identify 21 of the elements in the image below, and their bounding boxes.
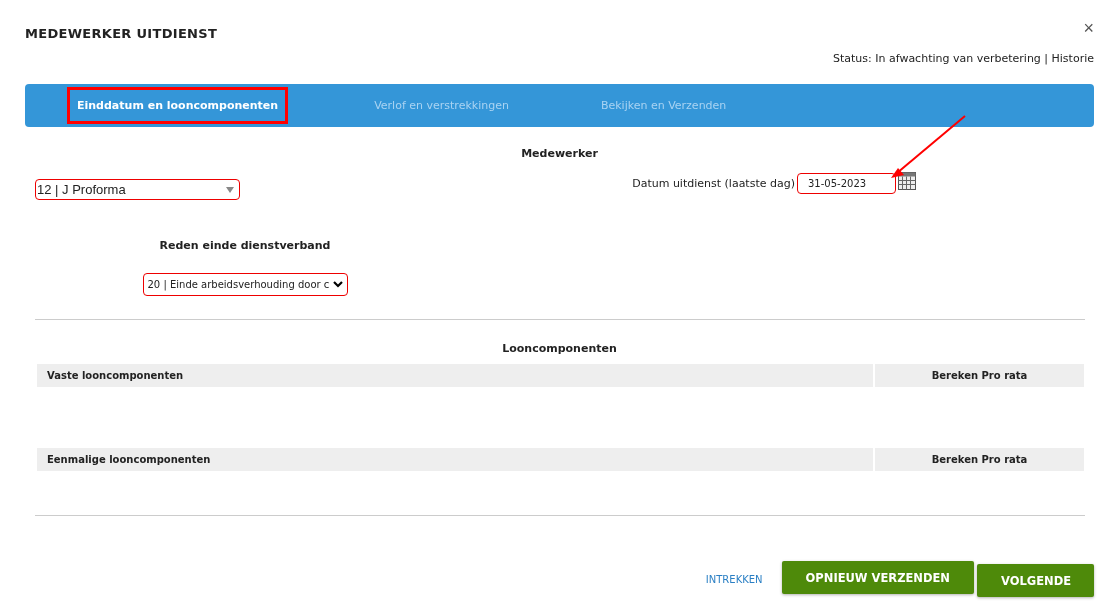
column-header: Bereken Pro rata — [875, 364, 1084, 387]
chevron-down-icon — [332, 281, 343, 288]
employee-dropdown[interactable]: 12 | J Proforma — [35, 179, 240, 200]
date-field[interactable]: 31-05-2023 — [797, 173, 896, 194]
section-heading: Looncomponenten — [501, 342, 618, 355]
calendar-icon[interactable] — [898, 171, 916, 190]
dropdown-arrow-icon — [226, 186, 234, 193]
column-header: Eenmalige looncomponenten — [37, 448, 873, 471]
resend-button[interactable]: OPNIEUW VERZENDEN — [781, 561, 974, 594]
date-label: Datum uitdienst (laatste dag) — [632, 177, 795, 190]
section-heading: Reden einde dienstverband — [159, 239, 331, 252]
section-heading: Medewerker — [520, 147, 599, 160]
next-button[interactable]: VOLGENDE — [977, 564, 1094, 597]
dialog-title: MEDEWERKER UITDIENST — [25, 26, 218, 41]
status-text: Status: In afwachting van verbetering | Historie — [832, 52, 1094, 65]
tab[interactable]: Einddatum en looncomponenten — [67, 87, 289, 124]
column-header: Bereken Pro rata — [875, 448, 1084, 471]
column-header: Vaste looncomponenten — [37, 364, 873, 387]
close-button[interactable]: × — [1083, 18, 1094, 39]
withdraw-link[interactable]: INTREKKEN — [705, 573, 763, 585]
reason-dropdown[interactable]: 20 | Einde arbeidsverhouding door c — [142, 273, 348, 296]
